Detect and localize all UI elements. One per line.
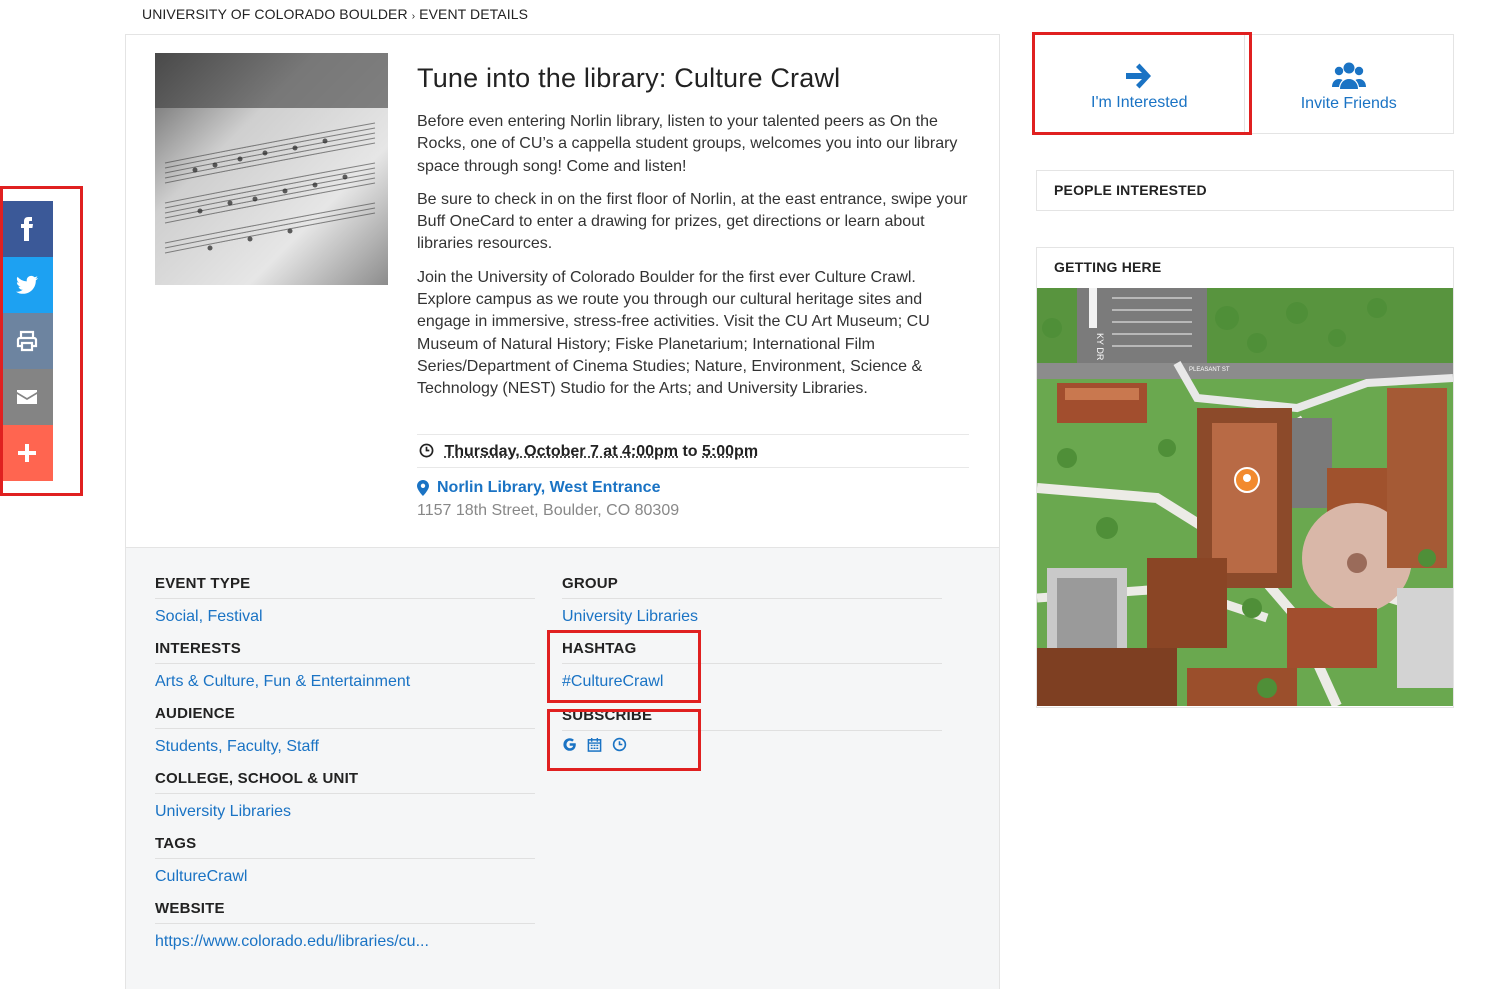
clock-icon (419, 443, 434, 458)
map-street-label: KY DR (1095, 333, 1105, 361)
meta-left-column: EVENT TYPE Social, Festival INTERESTS Ar… (155, 575, 535, 965)
audience-block: AUDIENCE Students, Faculty, Staff (155, 705, 535, 756)
website-label: WEBSITE (155, 900, 535, 924)
event-type-block: EVENT TYPE Social, Festival (155, 575, 535, 626)
invite-friends-label: Invite Friends (1301, 95, 1397, 113)
people-interested-title: PEOPLE INTERESTED (1037, 171, 1453, 209)
audience-label: AUDIENCE (155, 705, 535, 729)
invite-friends-button[interactable]: Invite Friends (1244, 35, 1454, 133)
breadcrumb-separator: › (412, 11, 415, 22)
tags-label: TAGS (155, 835, 535, 859)
group-block: GROUP University Libraries (562, 575, 942, 626)
event-type-label: EVENT TYPE (155, 575, 535, 599)
event-datetime: Thursday, October 7 at 4:00pm to 5:00pm (417, 434, 969, 468)
map-marker-icon (417, 480, 429, 496)
interests-label: INTERESTS (155, 640, 535, 664)
getting-here-card: GETTING HERE PLEASANT ST KY DR (1036, 247, 1454, 708)
description-paragraph: Before even entering Norlin library, lis… (417, 111, 972, 178)
college-value[interactable]: University Libraries (155, 803, 535, 821)
tags-value[interactable]: CultureCrawl (155, 868, 535, 886)
group-label: GROUP (562, 575, 942, 599)
group-value[interactable]: University Libraries (562, 608, 942, 626)
subscribe-highlight-box (547, 709, 701, 771)
campus-map[interactable]: PLEASANT ST KY DR (1037, 288, 1453, 706)
map-graphic: PLEASANT ST KY DR (1037, 288, 1453, 706)
audience-value[interactable]: Students, Faculty, Staff (155, 738, 535, 756)
location-link[interactable]: Norlin Library, West Entrance (417, 479, 679, 497)
breadcrumb-current: EVENT DETAILS (419, 6, 528, 22)
website-link[interactable]: https://www.colorado.edu/libraries/cu... (155, 933, 535, 951)
event-image (155, 53, 388, 285)
people-interested-card: PEOPLE INTERESTED (1036, 170, 1454, 211)
date-to-label: to (682, 443, 697, 460)
tags-block: TAGS CultureCrawl (155, 835, 535, 886)
users-icon (1331, 61, 1367, 91)
sheet-music-image (155, 53, 388, 285)
location-name: Norlin Library, West Entrance (437, 479, 660, 497)
college-label: COLLEGE, SCHOOL & UNIT (155, 770, 535, 794)
description-paragraph: Join the University of Colorado Boulder … (417, 267, 972, 401)
event-description: Before even entering Norlin library, lis… (417, 111, 972, 412)
getting-here-title: GETTING HERE (1037, 248, 1453, 286)
college-block: COLLEGE, SCHOOL & UNIT University Librar… (155, 770, 535, 821)
breadcrumb-root[interactable]: UNIVERSITY OF COLORADO BOULDER (142, 6, 408, 22)
interests-value[interactable]: Arts & Culture, Fun & Entertainment (155, 673, 535, 691)
event-title: Tune into the library: Culture Crawl (417, 63, 840, 94)
website-block: WEBSITE https://www.colorado.edu/librari… (155, 900, 535, 951)
event-address: 1157 18th Street, Boulder, CO 80309 (417, 502, 679, 520)
hashtag-highlight-box (547, 630, 701, 703)
map-street-label: PLEASANT ST (1189, 367, 1230, 373)
event-end-time[interactable]: 5:00pm (702, 443, 758, 460)
share-highlight-box (0, 186, 83, 496)
description-paragraph: Be sure to check in on the first floor o… (417, 189, 972, 256)
event-type-value[interactable]: Social, Festival (155, 608, 535, 626)
interested-highlight-box (1032, 32, 1252, 135)
event-start-time[interactable]: Thursday, October 7 at 4:00pm (444, 443, 678, 460)
breadcrumb: UNIVERSITY OF COLORADO BOULDER › EVENT DET… (142, 6, 528, 22)
event-card: Tune into the library: Culture Crawl Bef… (125, 34, 1000, 989)
interests-block: INTERESTS Arts & Culture, Fun & Entertai… (155, 640, 535, 691)
event-location: Norlin Library, West Entrance 1157 18th … (417, 479, 679, 520)
